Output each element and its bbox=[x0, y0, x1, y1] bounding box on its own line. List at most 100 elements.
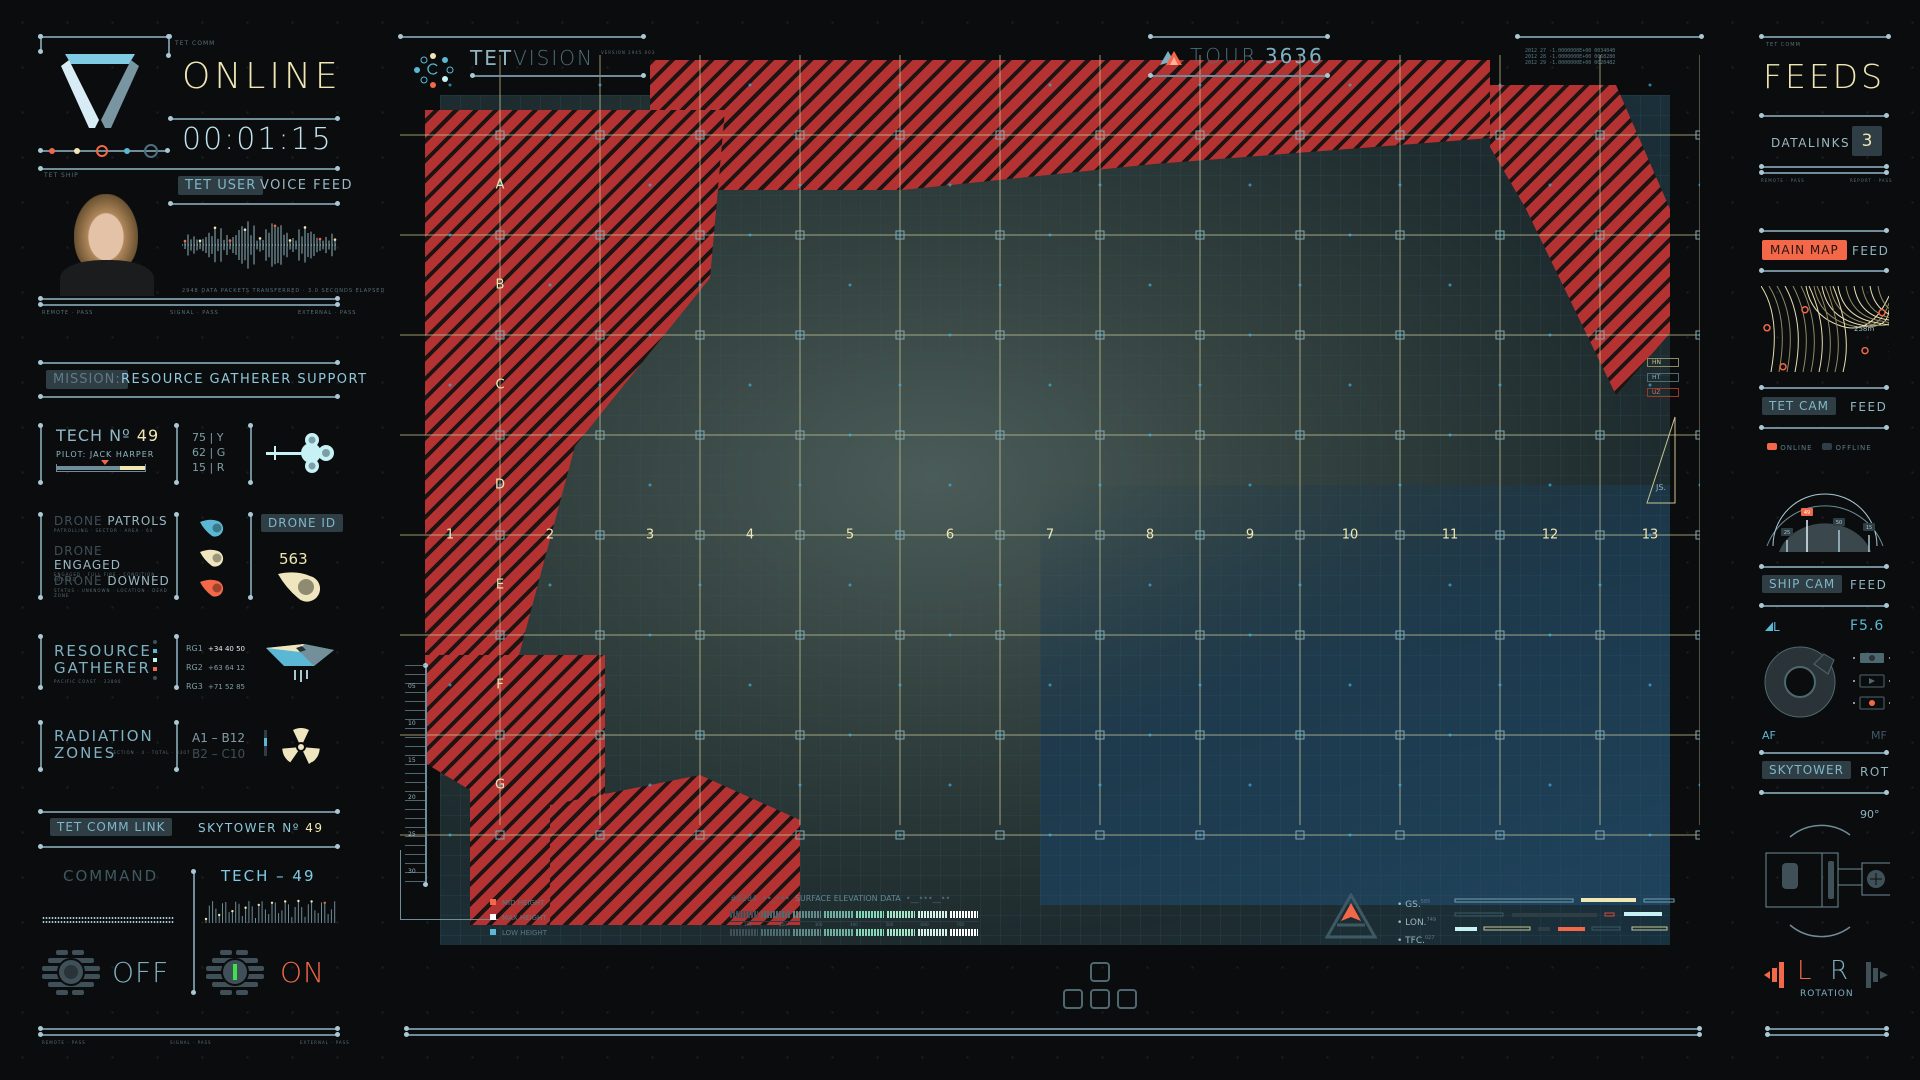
progress-marker-icon bbox=[101, 460, 109, 465]
mf-label[interactable]: MF bbox=[1871, 729, 1887, 742]
data-table: 2012 27 -1.0000000E+00 0034040 2012 28 -1… bbox=[1525, 48, 1615, 66]
navigation-icon[interactable] bbox=[1325, 893, 1377, 939]
grid-dot bbox=[1698, 783, 1700, 787]
grid-dot bbox=[548, 733, 552, 737]
grid-dot bbox=[998, 733, 1002, 737]
grid-dot bbox=[1398, 183, 1402, 187]
grid-dot bbox=[1648, 83, 1652, 87]
layout-tile-left[interactable] bbox=[1063, 989, 1083, 1009]
grid-dot bbox=[548, 433, 552, 437]
grid-dot bbox=[1548, 783, 1552, 787]
af-label[interactable]: AF bbox=[1762, 729, 1776, 742]
skytower-tag[interactable]: SKYTOWER bbox=[1762, 761, 1851, 779]
grid-dot bbox=[648, 333, 652, 337]
pass-label: SIGNAL · PASS bbox=[170, 1040, 212, 1045]
elevation-bar bbox=[792, 911, 822, 918]
elevation-bar bbox=[886, 929, 916, 936]
tech-49-label: TECH – 49 bbox=[221, 867, 316, 885]
voice-meta: 2948 DATA PACKETS TRANSFERRED · 3.0 SECO… bbox=[182, 288, 386, 294]
grid-dot bbox=[1198, 833, 1202, 837]
grid-dot bbox=[1298, 133, 1302, 137]
layout-tile-top[interactable] bbox=[1090, 962, 1110, 982]
waveform-peak bbox=[183, 239, 187, 243]
ship-cam-tag[interactable]: SHIP CAM bbox=[1762, 575, 1843, 593]
tech-on-switch[interactable] bbox=[206, 948, 264, 996]
map-view[interactable]: 1 2 3 4 5 6 7 8 9 10 11 12 13 A B C D E F G HN HT UZ JS. bbox=[400, 55, 1700, 945]
layout-tile-right[interactable] bbox=[1117, 989, 1137, 1009]
skytower-rotation-diagram[interactable] bbox=[1762, 815, 1890, 945]
grid-dot bbox=[1598, 583, 1602, 587]
grid-column-label: 3 bbox=[645, 527, 655, 543]
status-online: ONLINE bbox=[182, 56, 342, 97]
elevation-bar bbox=[730, 929, 759, 936]
main-map-tag[interactable]: MAIN MAP bbox=[1762, 240, 1847, 260]
grid-dot bbox=[698, 733, 702, 737]
grid-dot bbox=[598, 83, 602, 87]
grid-dot bbox=[848, 133, 852, 137]
grid-dot bbox=[748, 83, 752, 87]
divider bbox=[1759, 268, 1889, 273]
rotate-right-icon[interactable] bbox=[1864, 960, 1888, 990]
divider bbox=[38, 302, 340, 307]
grid-dot bbox=[698, 433, 702, 437]
divider bbox=[248, 512, 253, 600]
divider bbox=[38, 634, 43, 690]
side-tag: HN bbox=[1647, 358, 1679, 367]
rotate-left-label[interactable]: L bbox=[1797, 956, 1816, 986]
divider bbox=[1759, 564, 1889, 569]
divider bbox=[174, 720, 179, 772]
gauge-value: 50 bbox=[1836, 520, 1842, 526]
drone-row: DRONE PATROLS PATROLLING · SECTOR · AREA… bbox=[54, 514, 168, 533]
grid-dot bbox=[898, 383, 902, 387]
divider bbox=[38, 809, 340, 814]
command-off-switch[interactable] bbox=[42, 948, 100, 996]
tetvision-logo-icon bbox=[414, 53, 454, 88]
grid-column-label: 13 bbox=[1641, 527, 1659, 543]
divider bbox=[38, 844, 340, 849]
grid-dot bbox=[1098, 183, 1102, 187]
status-dot bbox=[74, 148, 80, 154]
divider bbox=[191, 869, 196, 995]
grid-dot bbox=[798, 783, 802, 787]
elevation-bar bbox=[824, 929, 853, 936]
readout: • TFC.027 bbox=[1397, 935, 1435, 946]
camera-dial[interactable] bbox=[1762, 642, 1890, 718]
rotate-left-icon[interactable] bbox=[1764, 960, 1788, 990]
coord-row: RG1 +34 40 50 bbox=[186, 644, 245, 653]
tet-comm-link-tag[interactable]: TET COMM LINK bbox=[50, 818, 173, 836]
grid-dot bbox=[698, 583, 702, 587]
grid-dot bbox=[1048, 833, 1052, 837]
contour-marker bbox=[1779, 363, 1787, 371]
tet-user-tag[interactable]: TET USER bbox=[178, 176, 264, 195]
grid-dot bbox=[998, 133, 1002, 137]
pilot-label: PILOT: JACK HARPER bbox=[56, 450, 155, 459]
grid-dot bbox=[1398, 783, 1402, 787]
drone-row: DRONE ENGAGED ENGAGED · FULL FIRE · COND… bbox=[54, 544, 160, 582]
drone-id-tag[interactable]: DRONE ID bbox=[261, 514, 344, 532]
grid-dot bbox=[548, 283, 552, 287]
grid-dot bbox=[1598, 133, 1602, 137]
divider bbox=[1515, 34, 1704, 39]
grid-dot bbox=[848, 433, 852, 437]
drone-status-icon-core bbox=[212, 553, 222, 563]
contour-line bbox=[1768, 286, 1783, 372]
tet-cam-tag[interactable]: TET CAM bbox=[1762, 397, 1836, 415]
grid-dot bbox=[748, 833, 752, 837]
grid-dot bbox=[1148, 433, 1152, 437]
grid-dot bbox=[1398, 483, 1402, 487]
map-grid bbox=[400, 55, 1700, 840]
signal-peak bbox=[218, 913, 221, 917]
grid-dot bbox=[1648, 233, 1652, 237]
rotate-right-label[interactable]: R bbox=[1830, 956, 1852, 986]
divider bbox=[38, 1026, 340, 1031]
divider bbox=[1759, 164, 1889, 169]
pass-label: EXTERNAL · PASS bbox=[298, 310, 357, 316]
layout-tile-center[interactable] bbox=[1090, 989, 1110, 1009]
datalinks-count: 3 bbox=[1852, 126, 1882, 156]
divider bbox=[38, 423, 43, 485]
readout-bars bbox=[1454, 898, 1675, 931]
elevation-ticks: 100 200 300 400 500 600 700 bbox=[730, 921, 978, 927]
divider bbox=[1759, 34, 1891, 39]
contour-line bbox=[1824, 286, 1839, 372]
status-ring bbox=[144, 144, 158, 158]
